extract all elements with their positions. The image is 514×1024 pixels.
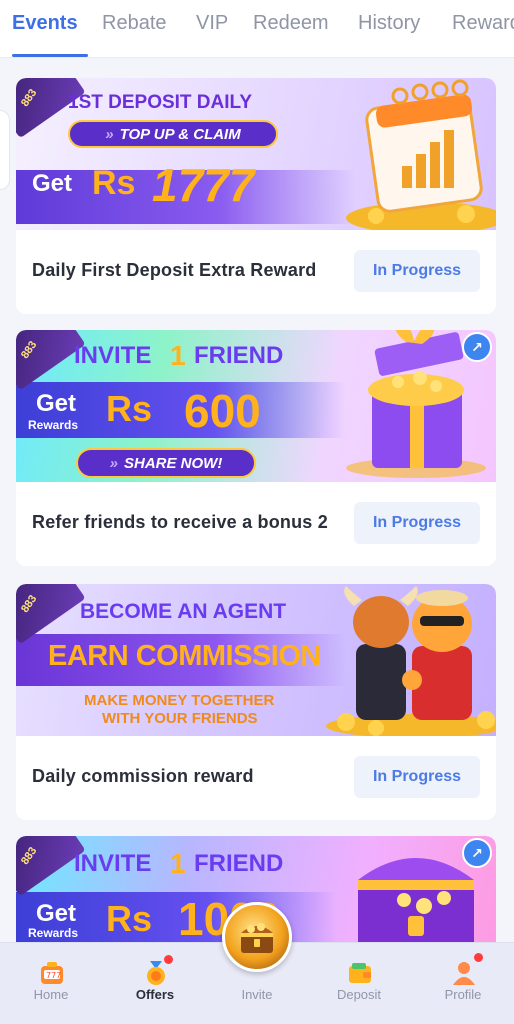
banner-currency: Rs xyxy=(106,898,153,939)
side-handle[interactable] xyxy=(0,110,10,190)
banner-get-label: Get xyxy=(36,900,77,927)
notification-dot xyxy=(474,953,483,962)
share-icon[interactable]: ↗ xyxy=(462,838,492,868)
banner-currency: Rs xyxy=(106,388,153,429)
invite-center-button[interactable] xyxy=(222,902,292,972)
nav-label: Deposit xyxy=(336,987,382,1002)
event-card-agent-commission[interactable]: 883 BECOME AN AGENT EARN COMMISSION MAKE… xyxy=(16,584,496,820)
banner-amount: 1777 xyxy=(152,159,255,211)
double-chevron-icon: » xyxy=(105,125,114,143)
tab-rewards[interactable]: Rewards xyxy=(452,12,514,35)
event-title: Refer friends to receive a bonus 2 xyxy=(32,512,328,532)
invite-number: 1 xyxy=(170,848,186,879)
event-title: Daily commission reward xyxy=(32,766,254,786)
slot-machine-icon: 777 xyxy=(41,962,63,984)
svg-text:777: 777 xyxy=(46,971,61,980)
nav-deposit[interactable]: Deposit xyxy=(314,943,404,1024)
share-now-pill: » SHARE NOW! xyxy=(76,448,256,478)
invite-number: 1 xyxy=(170,340,186,371)
agent-commission-banner[interactable]: 883 BECOME AN AGENT EARN COMMISSION MAKE… xyxy=(16,584,496,736)
banner-headline: BECOME AN AGENT xyxy=(80,600,287,623)
first-deposit-banner[interactable]: 883 1ST DEPOSIT DAILY » TOP UP & CLAIM G… xyxy=(16,78,496,230)
event-info-row: Daily First Deposit Extra Reward In Prog… xyxy=(16,230,496,310)
event-info-row: Daily commission reward In Progress xyxy=(16,736,496,816)
nav-label: Offers xyxy=(135,987,175,1002)
notification-dot xyxy=(164,955,173,964)
banner-rewards-label: Rewards xyxy=(28,926,79,940)
banner-amount: 600 xyxy=(184,385,261,437)
in-progress-button[interactable]: In Progress xyxy=(354,502,480,544)
invite-friend-banner[interactable]: 883 INVITE 1 FRIEND Get Rewards Rs 600 »… xyxy=(16,330,496,482)
nav-label: Home xyxy=(33,987,69,1002)
brand-tag: 883 xyxy=(16,330,86,391)
banner-currency: Rs xyxy=(92,164,136,202)
banner-get-label: Get xyxy=(32,170,73,197)
nav-label: Profile xyxy=(444,987,482,1002)
double-chevron-icon: » xyxy=(109,454,118,472)
tab-redeem[interactable]: Redeem xyxy=(253,12,329,35)
friend-word: FRIEND xyxy=(194,342,284,369)
event-card-invite-friend[interactable]: 883 INVITE 1 FRIEND Get Rewards Rs 600 »… xyxy=(16,330,496,566)
active-tab-indicator xyxy=(12,54,88,57)
tab-events[interactable]: Events xyxy=(12,12,78,35)
mascots-handshake-illustration xyxy=(326,586,496,736)
treasure-chest-icon xyxy=(241,923,273,953)
invite-word: INVITE xyxy=(74,342,152,369)
banner-tagline-2: WITH YOUR FRIENDS xyxy=(102,710,258,727)
tab-vip[interactable]: VIP xyxy=(196,12,228,35)
share-icon[interactable]: ↗ xyxy=(462,332,492,362)
banner-tagline-1: MAKE MONEY TOGETHER xyxy=(84,692,275,709)
top-up-claim-pill: » TOP UP & CLAIM xyxy=(68,120,278,148)
in-progress-button[interactable]: In Progress xyxy=(354,756,480,798)
banner-get-label: Get xyxy=(36,390,77,417)
brand-tag: 883 xyxy=(16,584,86,645)
nav-label: Invite xyxy=(241,987,273,1002)
banner-subheadline: EARN COMMISSION xyxy=(48,640,321,672)
banner-headline: 1ST DEPOSIT DAILY xyxy=(68,92,253,113)
tab-bar: Events Rebate VIP Redeem History Rewards xyxy=(0,0,514,58)
user-icon xyxy=(453,962,475,985)
event-card-first-deposit[interactable]: 883 1ST DEPOSIT DAILY » TOP UP & CLAIM G… xyxy=(16,78,496,314)
event-title: Daily First Deposit Extra Reward xyxy=(32,260,317,280)
friend-word: FRIEND xyxy=(194,850,284,877)
tab-history[interactable]: History xyxy=(358,12,420,35)
nav-offers[interactable]: Offers xyxy=(110,943,200,1024)
wallet-icon xyxy=(349,963,371,983)
invite-word: INVITE xyxy=(74,850,152,877)
nav-home[interactable]: 777 Home xyxy=(6,943,96,1024)
calendar-coins-illustration xyxy=(346,79,496,230)
nav-profile[interactable]: Profile xyxy=(418,943,508,1024)
banner-rewards-label: Rewards xyxy=(28,418,79,432)
brand-tag: 883 xyxy=(16,836,86,897)
in-progress-button[interactable]: In Progress xyxy=(354,250,480,292)
tab-rebate[interactable]: Rebate xyxy=(102,12,167,35)
event-info-row: Refer friends to receive a bonus 2 In Pr… xyxy=(16,482,496,562)
